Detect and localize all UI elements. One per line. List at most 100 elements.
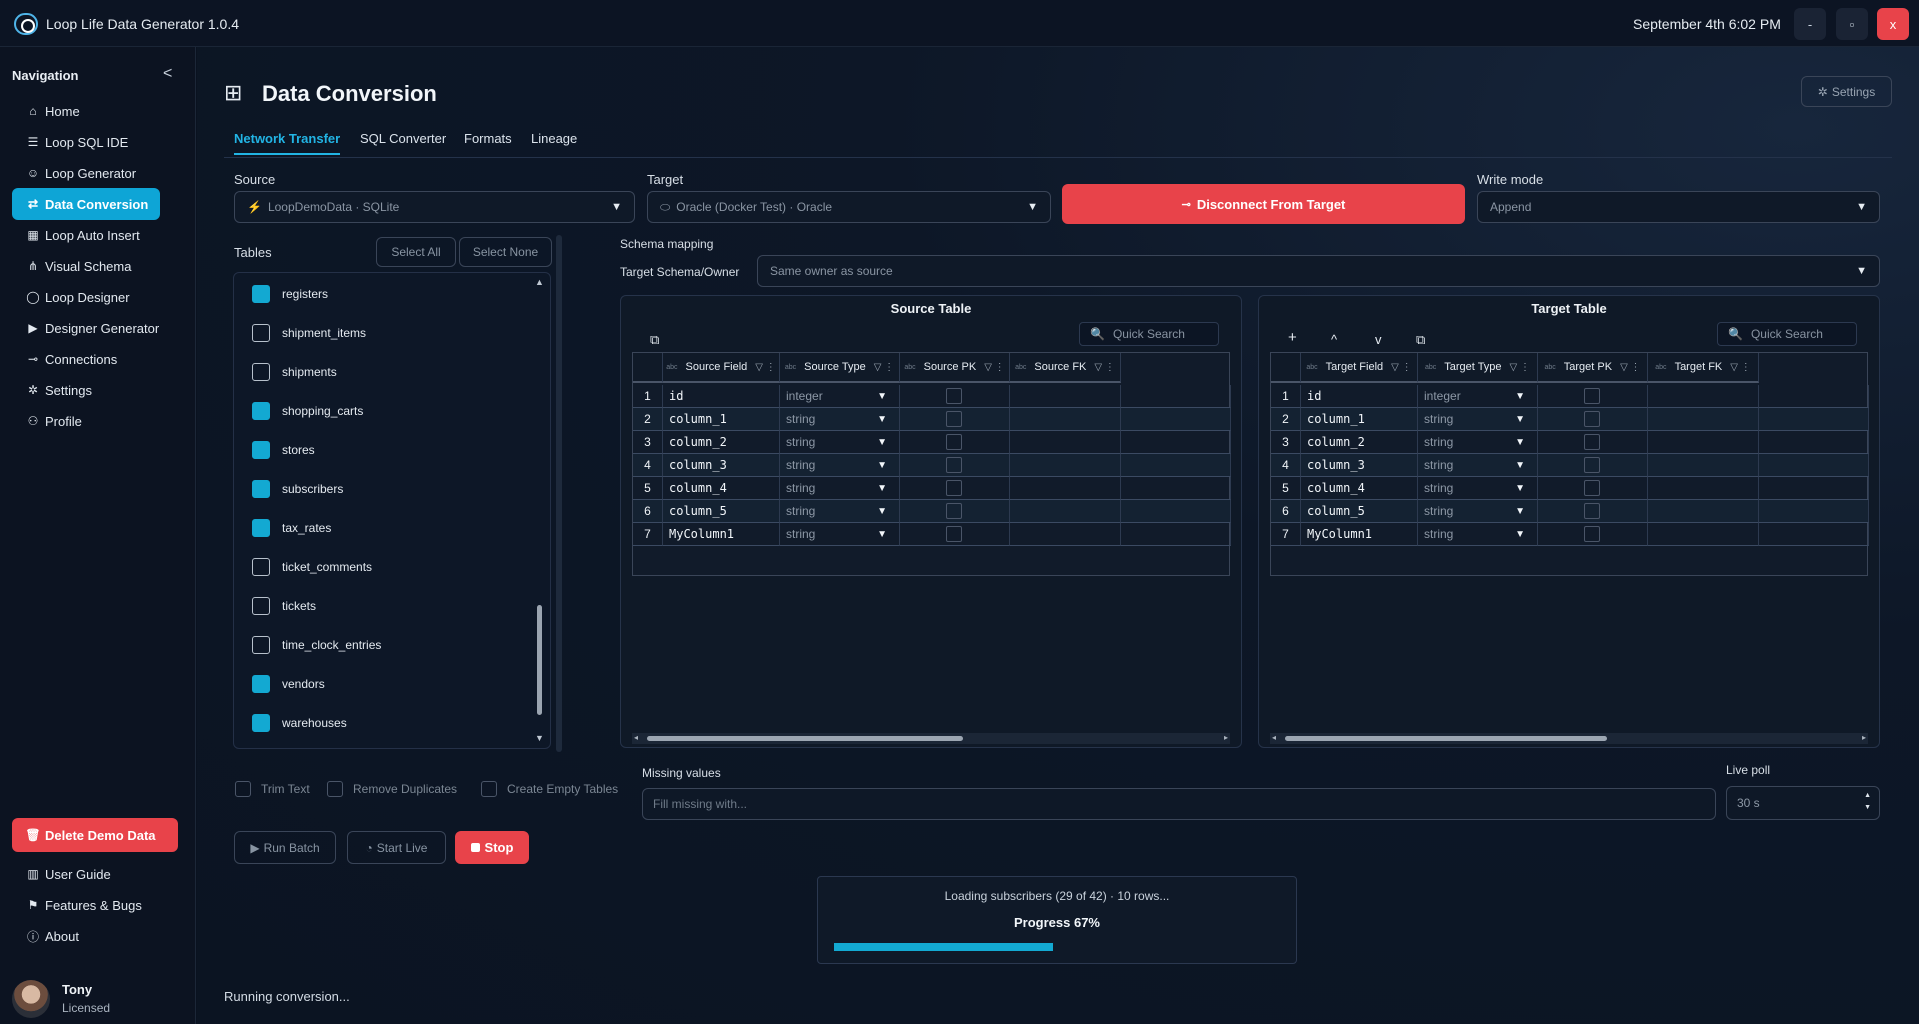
live-poll-spinner[interactable]: 30 s ▲ ▼: [1726, 786, 1880, 820]
field-type-select[interactable]: string ▼: [780, 500, 900, 523]
table-list-item[interactable]: shipment_items: [252, 323, 366, 343]
pk-checkbox[interactable]: [1584, 480, 1600, 496]
field-name-cell[interactable]: column_1: [663, 408, 780, 431]
create-empty-tables-checkbox[interactable]: Create Empty Tables: [481, 781, 618, 797]
fk-cell[interactable]: [1010, 500, 1121, 523]
pk-checkbox[interactable]: [946, 503, 962, 519]
nav-item-profile[interactable]: ⚇ Profile: [12, 405, 160, 437]
pk-checkbox[interactable]: [1584, 457, 1600, 473]
target-select[interactable]: ⬭ Oracle (Docker Test) · Oracle ▼: [647, 191, 1051, 223]
table-checkbox[interactable]: [252, 441, 270, 459]
table-checkbox[interactable]: [252, 324, 270, 342]
table-checkbox[interactable]: [252, 597, 270, 615]
pk-cell[interactable]: [900, 408, 1010, 431]
table-list-item[interactable]: warehouses: [252, 713, 347, 733]
fk-cell[interactable]: [1010, 385, 1121, 408]
filter-icon[interactable]: ▽ ⋮: [1391, 362, 1411, 373]
column-header[interactable]: abc Source Field ▽ ⋮: [663, 353, 780, 383]
filter-icon[interactable]: ▽ ⋮: [1730, 362, 1750, 373]
move-up-icon[interactable]: ^: [1331, 332, 1337, 347]
pk-cell[interactable]: [900, 385, 1010, 408]
splitter-handle[interactable]: [556, 235, 562, 752]
table-checkbox[interactable]: [252, 558, 270, 576]
field-name-cell[interactable]: id: [1301, 385, 1418, 408]
fk-cell[interactable]: [1010, 408, 1121, 431]
pk-checkbox[interactable]: [946, 434, 962, 450]
fk-cell[interactable]: [1648, 454, 1759, 477]
nav-item-features-bugs[interactable]: ⚑ Features & Bugs: [12, 889, 160, 921]
field-name-cell[interactable]: id: [663, 385, 780, 408]
field-name-cell[interactable]: column_4: [1301, 477, 1418, 500]
table-checkbox[interactable]: [252, 363, 270, 381]
field-type-select[interactable]: string ▼: [780, 477, 900, 500]
field-name-cell[interactable]: MyColumn1: [663, 523, 780, 546]
field-name-cell[interactable]: column_1: [1301, 408, 1418, 431]
pk-cell[interactable]: [1538, 477, 1648, 500]
nav-item-about[interactable]: ⓘ About: [12, 920, 160, 952]
pk-cell[interactable]: [1538, 385, 1648, 408]
table-checkbox[interactable]: [252, 714, 270, 732]
fk-cell[interactable]: [1648, 431, 1759, 454]
nav-item-visual-schema[interactable]: ⋔ Visual Schema: [12, 250, 160, 282]
fk-cell[interactable]: [1648, 408, 1759, 431]
field-name-cell[interactable]: MyColumn1: [1301, 523, 1418, 546]
field-type-select[interactable]: string ▼: [1418, 477, 1538, 500]
remove-duplicates-checkbox[interactable]: Remove Duplicates: [327, 781, 457, 797]
checkbox-box[interactable]: [235, 781, 251, 797]
table-list-item[interactable]: tax_rates: [252, 518, 331, 538]
field-type-select[interactable]: string ▼: [1418, 408, 1538, 431]
pk-checkbox[interactable]: [1584, 434, 1600, 450]
column-header[interactable]: abc Source PK ▽ ⋮: [900, 353, 1010, 383]
field-type-select[interactable]: string ▼: [780, 523, 900, 546]
field-name-cell[interactable]: column_3: [1301, 454, 1418, 477]
move-down-icon[interactable]: v: [1375, 332, 1382, 347]
pk-cell[interactable]: [900, 523, 1010, 546]
filter-icon[interactable]: ▽ ⋮: [1510, 362, 1530, 373]
settings-button[interactable]: ✲ Settings: [1801, 76, 1892, 107]
table-list-item[interactable]: time_clock_entries: [252, 635, 381, 655]
checkbox-box[interactable]: [327, 781, 343, 797]
column-header[interactable]: abc Target PK ▽ ⋮: [1538, 353, 1648, 383]
pk-cell[interactable]: [900, 477, 1010, 500]
column-header[interactable]: abc Source FK ▽ ⋮: [1010, 353, 1121, 383]
delete-demo-data-button[interactable]: 🗑 Delete Demo Data: [12, 818, 178, 852]
pk-cell[interactable]: [1538, 523, 1648, 546]
table-checkbox[interactable]: [252, 285, 270, 303]
table-list-item[interactable]: ticket_comments: [252, 557, 372, 577]
scroll-left-icon[interactable]: ◂: [1272, 733, 1276, 742]
fk-cell[interactable]: [1010, 431, 1121, 454]
filter-icon[interactable]: ▽ ⋮: [874, 362, 894, 373]
table-checkbox[interactable]: [252, 519, 270, 537]
checkbox-box[interactable]: [481, 781, 497, 797]
table-checkbox[interactable]: [252, 402, 270, 420]
select-all-button[interactable]: Select All: [376, 237, 456, 267]
write-mode-select[interactable]: Append ▼: [1477, 191, 1880, 223]
field-type-select[interactable]: string ▼: [780, 454, 900, 477]
nav-item-loop-sql-ide[interactable]: ☰ Loop SQL IDE: [12, 126, 160, 158]
pk-cell[interactable]: [900, 500, 1010, 523]
nav-item-loop-auto-insert[interactable]: ▦ Loop Auto Insert: [12, 219, 160, 251]
pk-checkbox[interactable]: [1584, 503, 1600, 519]
tab-network-transfer[interactable]: Network Transfer: [234, 131, 341, 155]
column-header[interactable]: abc Target Field ▽ ⋮: [1301, 353, 1418, 383]
pk-cell[interactable]: [1538, 408, 1648, 431]
pk-checkbox[interactable]: [946, 457, 962, 473]
minimize-button[interactable]: -: [1794, 8, 1826, 40]
pk-checkbox[interactable]: [946, 411, 962, 427]
table-checkbox[interactable]: [252, 480, 270, 498]
trim-text-checkbox[interactable]: Trim Text: [235, 781, 310, 797]
field-type-select[interactable]: string ▼: [780, 408, 900, 431]
pk-cell[interactable]: [900, 454, 1010, 477]
table-list-item[interactable]: shipments: [252, 362, 337, 382]
fk-cell[interactable]: [1010, 523, 1121, 546]
field-name-cell[interactable]: column_3: [663, 454, 780, 477]
table-checkbox[interactable]: [252, 675, 270, 693]
source-select[interactable]: ⚡ LoopDemoData · SQLite ▼: [234, 191, 635, 223]
column-header[interactable]: abc Source Type ▽ ⋮: [780, 353, 900, 383]
fk-cell[interactable]: [1648, 477, 1759, 500]
field-type-select[interactable]: string ▼: [1418, 500, 1538, 523]
field-type-select[interactable]: string ▼: [1418, 454, 1538, 477]
nav-item-connections[interactable]: ⊸ Connections: [12, 343, 160, 375]
stop-button[interactable]: Stop: [455, 831, 529, 864]
field-name-cell[interactable]: column_2: [1301, 431, 1418, 454]
